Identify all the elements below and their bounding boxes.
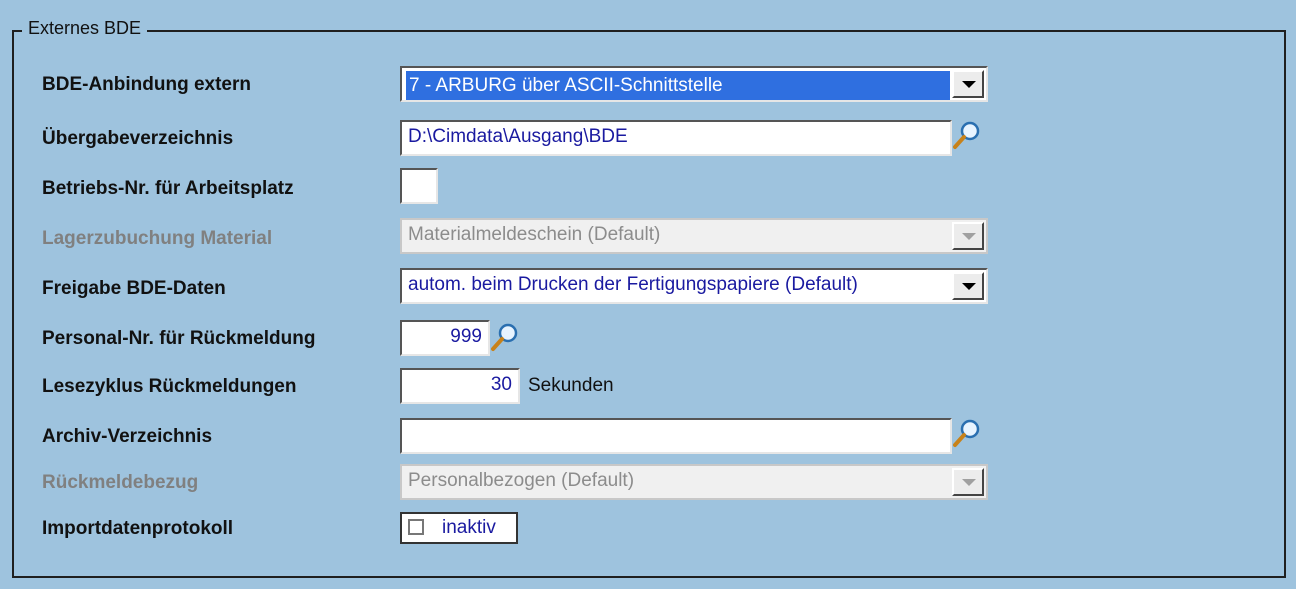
lagerzubuchung-select: Materialmeldeschein (Default) bbox=[400, 218, 988, 254]
personal-nr-input[interactable]: 999 bbox=[400, 320, 490, 356]
search-icon[interactable] bbox=[490, 322, 520, 352]
chevron-down-icon[interactable] bbox=[952, 70, 984, 98]
archiv-input[interactable] bbox=[400, 418, 952, 454]
chevron-down-icon[interactable] bbox=[952, 272, 984, 300]
personal-nr-value: 999 bbox=[450, 326, 482, 347]
betriebs-nr-label: Betriebs-Nr. für Arbeitsplatz bbox=[42, 178, 294, 199]
chevron-down-icon bbox=[952, 468, 984, 496]
freigabe-label: Freigabe BDE-Daten bbox=[42, 278, 226, 299]
bde-anbindung-select[interactable]: 7 - ARBURG über ASCII-Schnittstelle bbox=[400, 66, 988, 102]
uebergabe-input[interactable]: D:\Cimdata\Ausgang\BDE bbox=[400, 120, 952, 156]
lesezyklus-label: Lesezyklus Rückmeldungen bbox=[42, 376, 297, 397]
betriebs-nr-input[interactable] bbox=[400, 168, 438, 204]
rueckmeldebezug-label: Rückmeldebezug bbox=[42, 472, 199, 493]
uebergabe-label: Übergabeverzeichnis bbox=[42, 128, 234, 149]
lagerzubuchung-value: Materialmeldeschein (Default) bbox=[408, 224, 661, 245]
groupbox-title: Externes BDE bbox=[22, 18, 148, 39]
search-icon[interactable] bbox=[952, 418, 982, 448]
importprotokoll-label: Importdatenprotokoll bbox=[42, 518, 234, 539]
freigabe-select[interactable]: autom. beim Drucken der Fertigungspapier… bbox=[400, 268, 988, 304]
lagerzubuchung-label: Lagerzubuchung Material bbox=[42, 228, 273, 249]
rueckmeldebezug-value: Personalbezogen (Default) bbox=[408, 470, 635, 491]
personal-nr-label: Personal-Nr. für Rückmeldung bbox=[42, 328, 316, 349]
lesezyklus-unit: Sekunden bbox=[528, 375, 614, 396]
importprotokoll-checkbox[interactable]: inaktiv bbox=[400, 512, 518, 544]
uebergabe-value: D:\Cimdata\Ausgang\BDE bbox=[408, 126, 628, 147]
lesezyklus-value: 30 bbox=[490, 374, 512, 395]
search-icon[interactable] bbox=[952, 120, 982, 150]
bde-anbindung-label: BDE-Anbindung extern bbox=[42, 74, 251, 95]
checkbox-box[interactable] bbox=[408, 519, 424, 535]
importprotokoll-value: inaktiv bbox=[442, 517, 496, 538]
chevron-down-icon bbox=[952, 222, 984, 250]
archiv-label: Archiv-Verzeichnis bbox=[42, 426, 213, 447]
freigabe-value: autom. beim Drucken der Fertigungspapier… bbox=[408, 274, 858, 295]
lesezyklus-input[interactable]: 30 bbox=[400, 368, 520, 404]
bde-anbindung-value: 7 - ARBURG über ASCII-Schnittstelle bbox=[406, 71, 950, 100]
rueckmeldebezug-select: Personalbezogen (Default) bbox=[400, 464, 988, 500]
